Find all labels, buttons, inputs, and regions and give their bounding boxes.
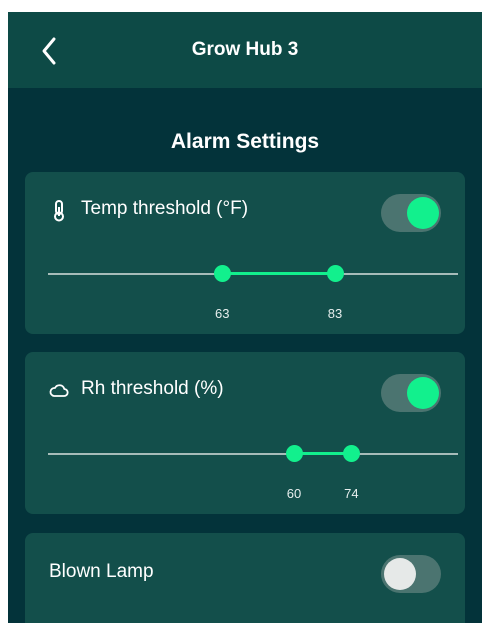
- temp-low-thumb[interactable]: [213, 265, 231, 282]
- page-title: Grow Hub 3: [191, 39, 299, 60]
- cloud-icon: [49, 384, 69, 397]
- rh-threshold-card: Rh threshold (%) 60 74: [25, 352, 465, 514]
- temp-threshold-toggle[interactable]: [381, 194, 441, 232]
- slider-track: [48, 453, 458, 455]
- blown-lamp-card: Blown Lamp: [25, 533, 465, 623]
- section-title: Alarm Settings: [170, 130, 320, 153]
- rh-threshold-toggle[interactable]: [381, 374, 441, 412]
- rh-low-value: 60: [286, 486, 302, 501]
- blown-lamp-toggle[interactable]: [381, 555, 441, 593]
- slider-selected-range: [222, 272, 335, 275]
- header-bar: Grow Hub 3: [8, 12, 482, 88]
- temp-high-value: 83: [327, 306, 343, 321]
- toggle-knob: [407, 197, 439, 229]
- temp-low-value: 63: [215, 306, 230, 321]
- rh-high-value: 74: [344, 486, 359, 501]
- thermometer-icon: [54, 200, 64, 222]
- rh-high-thumb[interactable]: [342, 445, 360, 462]
- temp-threshold-card: Temp threshold (°F) 63 83: [25, 172, 465, 334]
- temp-high-thumb[interactable]: [326, 265, 344, 282]
- temp-threshold-label: Temp threshold (°F): [81, 198, 249, 219]
- toggle-knob: [384, 558, 416, 590]
- blown-lamp-label: Blown Lamp: [49, 561, 154, 582]
- rh-range-slider[interactable]: 60 74: [48, 444, 458, 501]
- toggle-knob: [407, 377, 439, 409]
- rh-low-thumb[interactable]: [285, 445, 303, 462]
- app-screen: Grow Hub 3 Alarm Settings Temp threshold…: [8, 12, 482, 623]
- rh-threshold-label: Rh threshold (%): [81, 378, 224, 399]
- temp-range-slider[interactable]: 63 83: [48, 264, 458, 321]
